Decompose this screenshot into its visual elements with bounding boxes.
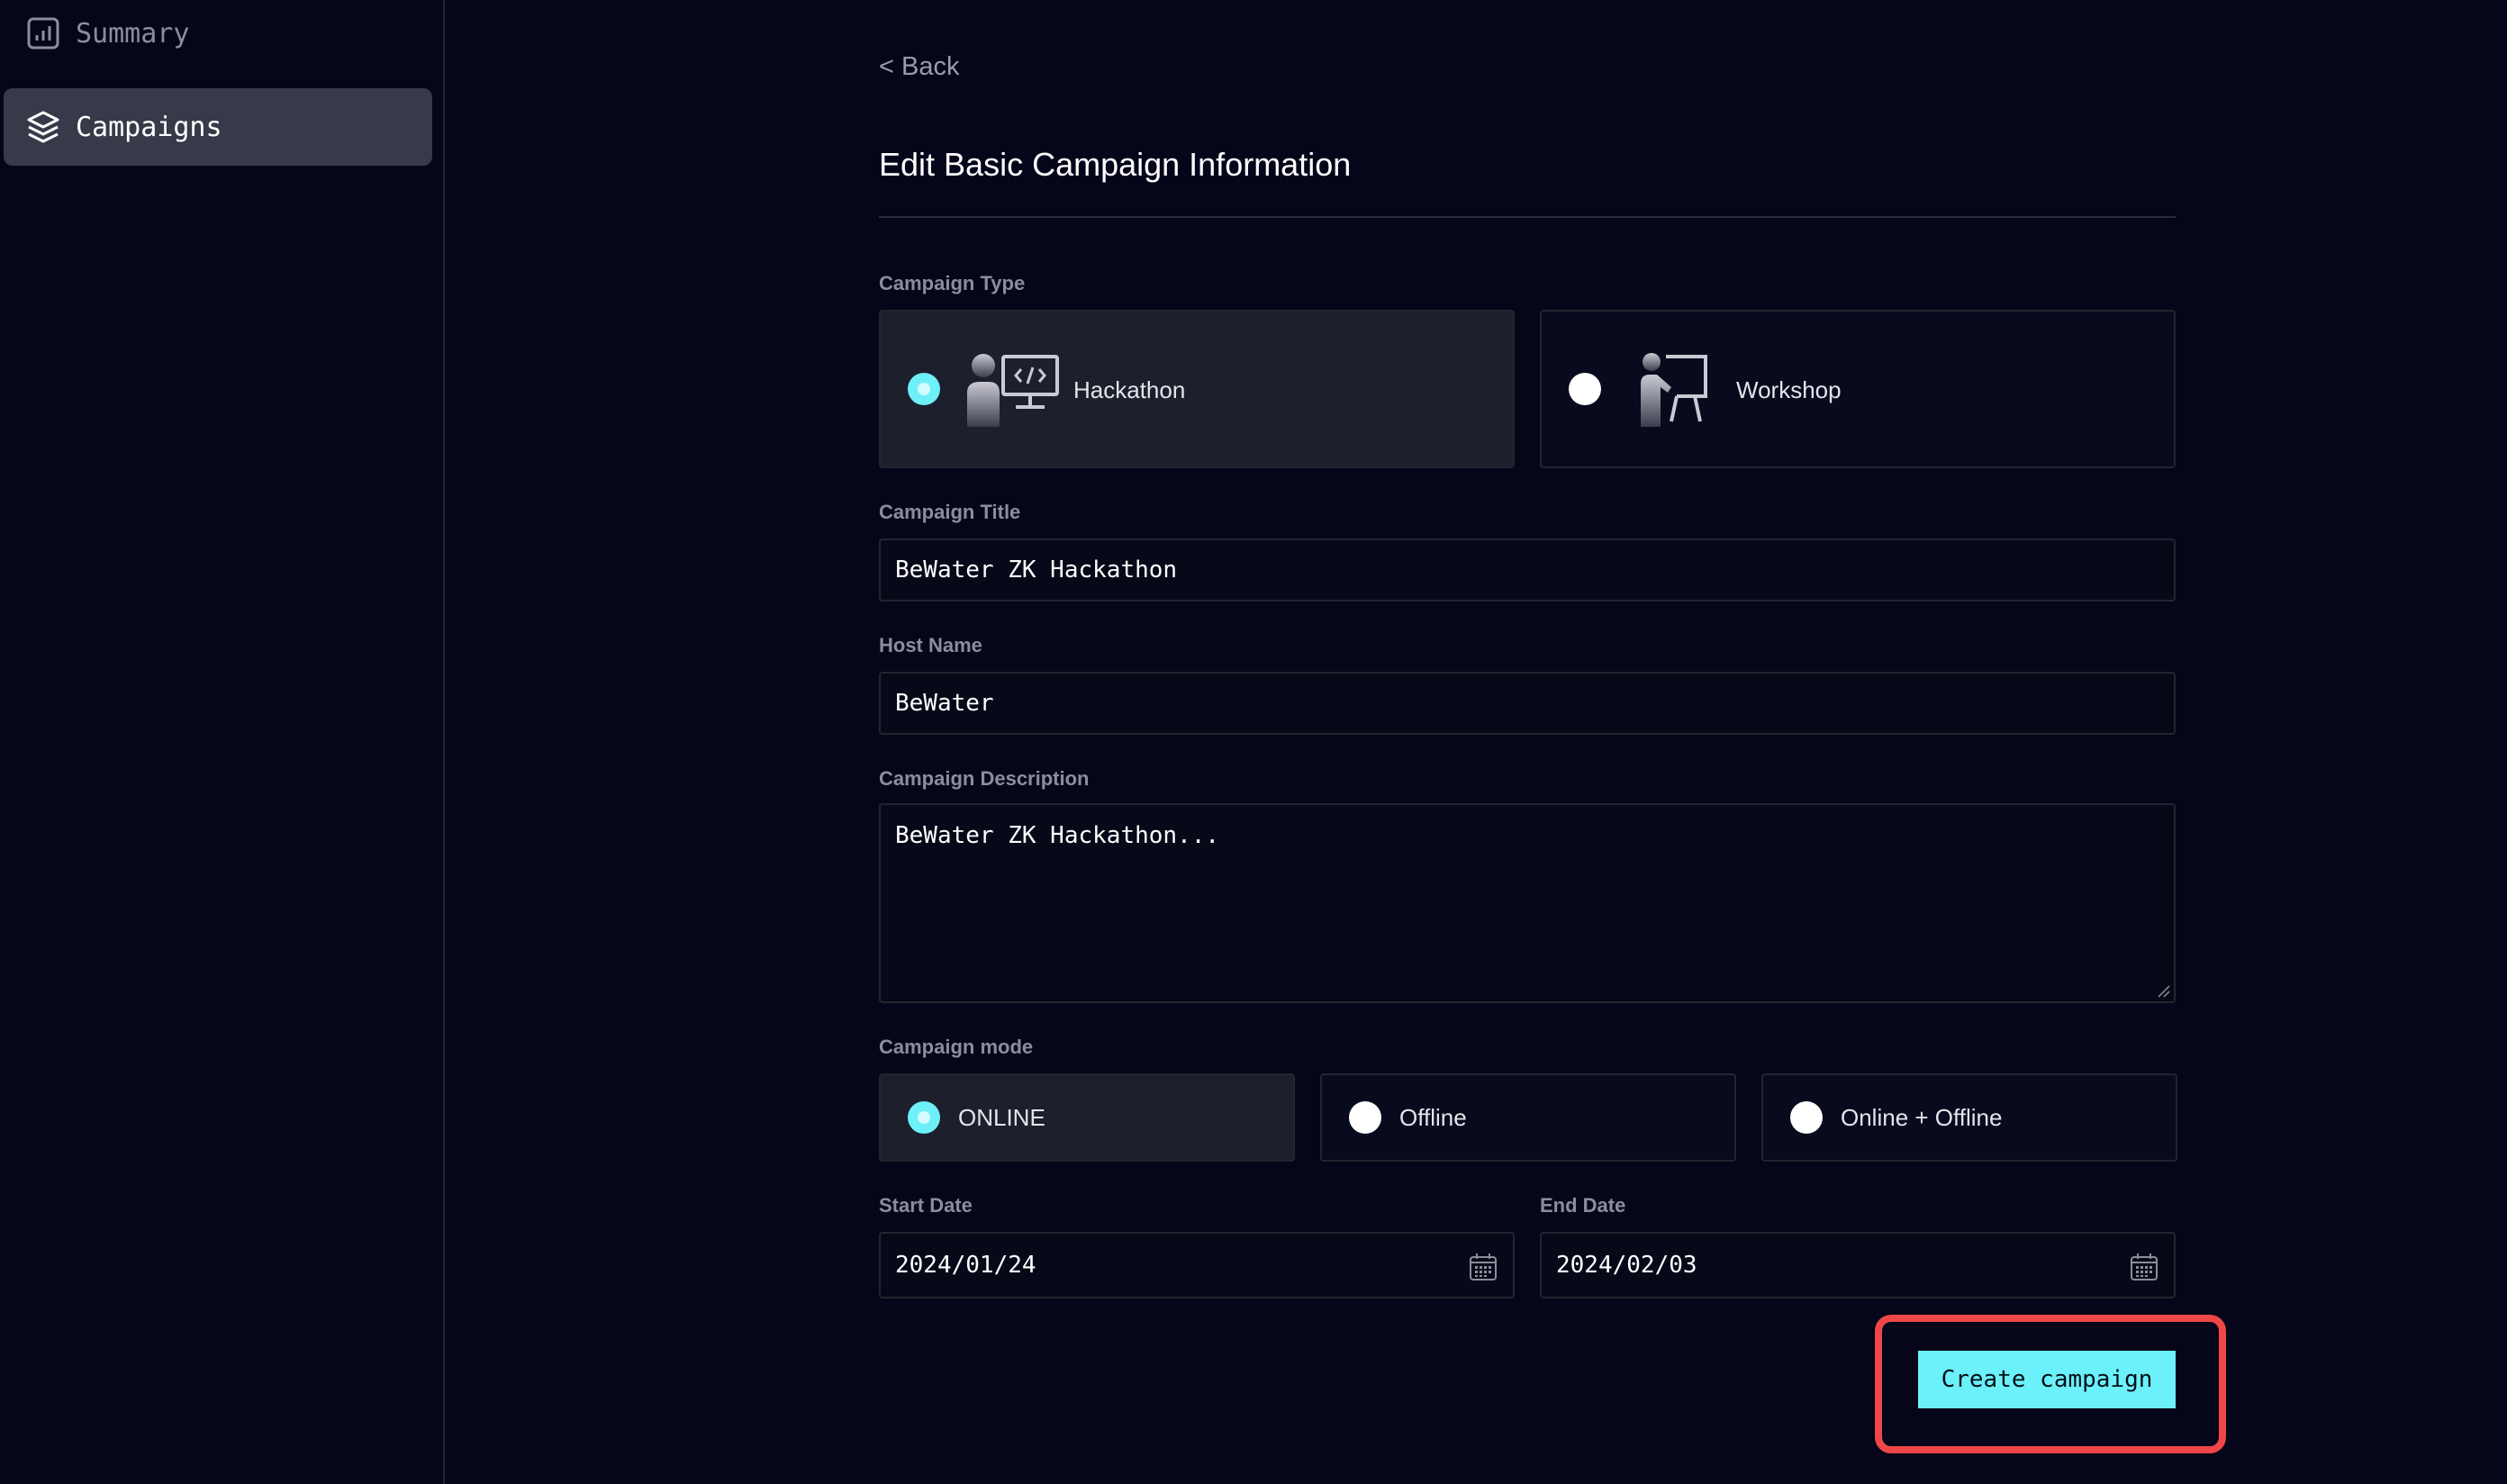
sidebar-item-label: Summary [76,17,190,50]
sidebar: Summary Campaigns [0,0,445,1484]
radio-selected[interactable] [908,1101,940,1134]
campaign-title-label: Campaign Title [879,501,1021,523]
campaign-type-name: Workshop [1736,376,1842,403]
start-date-input[interactable]: 2024/01/24 [879,1232,1515,1298]
hackathon-icon [967,354,1059,427]
calendar-icon[interactable] [1468,1252,1498,1282]
campaign-description-textarea[interactable]: BeWater ZK Hackathon... [879,803,2176,1003]
campaign-type-option-workshop[interactable]: Workshop [1540,310,2176,468]
radio-unselected[interactable] [1569,373,1601,405]
start-date-value: 2024/01/24 [895,1252,1036,1279]
campaign-type-option-hackathon[interactable]: Hackathon [879,310,1515,468]
radio-unselected[interactable] [1790,1101,1823,1134]
campaign-mode-label: Campaign mode [879,1036,1034,1058]
workshop-icon [1641,353,1707,427]
campaign-mode-option-online[interactable]: ONLINE [879,1073,1295,1162]
start-date-label: Start Date [879,1194,973,1217]
campaign-mode-name: Offline [1399,1104,1467,1131]
end-date-label: End Date [1540,1194,1626,1217]
end-date-input[interactable]: 2024/02/03 [1540,1232,2176,1298]
calendar-icon[interactable] [2129,1252,2159,1282]
divider [879,216,2176,218]
bar-chart-icon [27,17,59,50]
host-name-input[interactable]: BeWater [879,672,2176,735]
campaign-mode-name: Online + Offline [1841,1104,2003,1131]
campaign-description-text: BeWater ZK Hackathon... [895,822,1220,849]
end-date-value: 2024/02/03 [1556,1252,1697,1279]
sidebar-item-campaigns[interactable]: Campaigns [4,88,432,166]
campaign-type-label: Campaign Type [879,272,1026,294]
campaign-description-label: Campaign Description [879,767,1090,790]
create-campaign-button[interactable]: Create campaign [1918,1351,2176,1408]
campaign-title-input[interactable]: BeWater ZK Hackathon [879,538,2176,602]
radio-selected[interactable] [908,373,940,405]
page-title: Edit Basic Campaign Information [879,146,1352,183]
radio-unselected[interactable] [1349,1101,1381,1134]
sidebar-item-label: Campaigns [76,111,222,143]
sidebar-item-summary[interactable]: Summary [4,0,432,72]
campaign-mode-name: ONLINE [958,1104,1045,1131]
back-link[interactable]: < Back [879,52,959,82]
campaign-mode-option-offline[interactable]: Offline [1320,1073,1736,1162]
resize-handle-icon[interactable] [2156,983,2170,998]
host-name-label: Host Name [879,634,982,656]
campaign-type-name: Hackathon [1073,376,1186,403]
layers-icon [27,111,59,143]
campaign-mode-option-online-offline[interactable]: Online + Offline [1761,1073,2177,1162]
